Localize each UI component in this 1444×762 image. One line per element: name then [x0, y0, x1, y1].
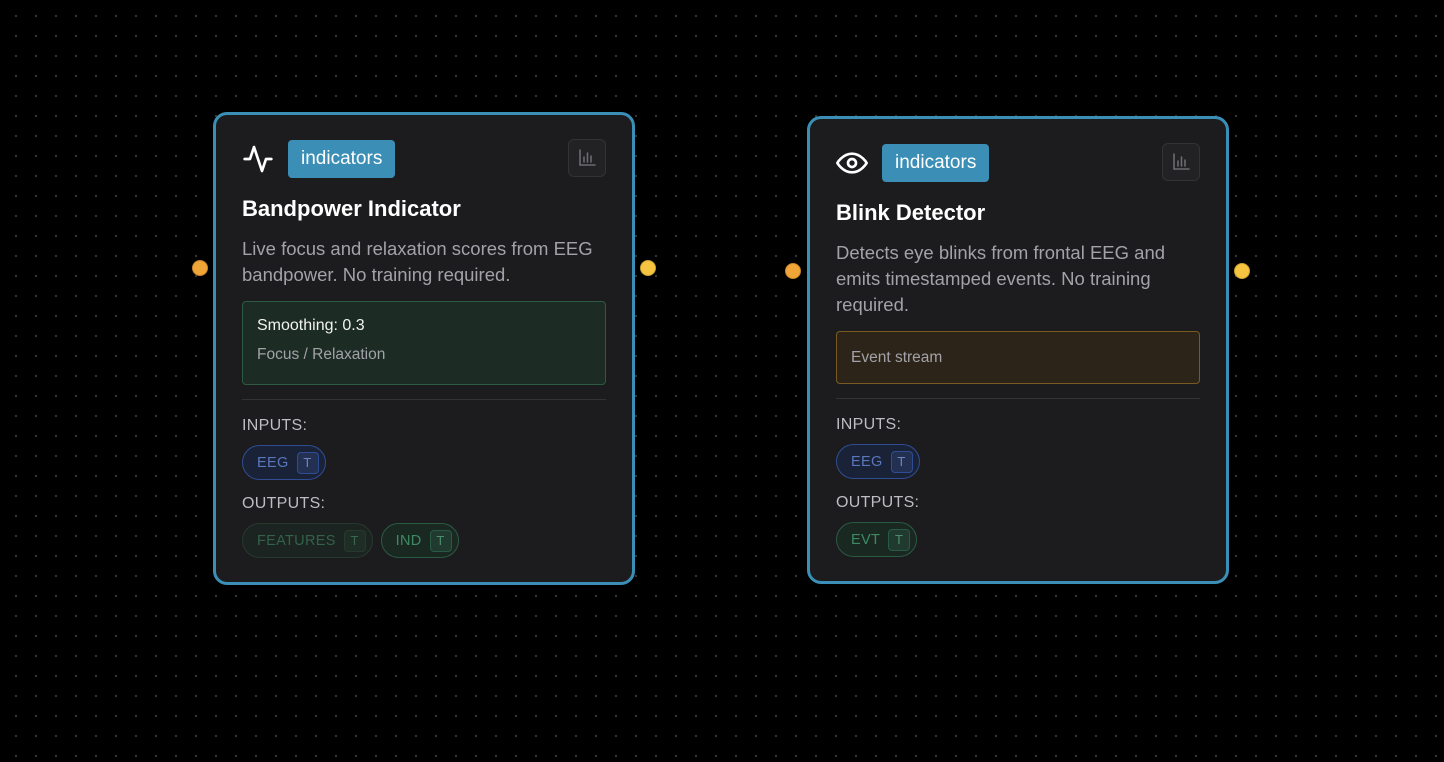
node-config-box: Event stream	[836, 331, 1200, 384]
port-name: EEG	[257, 454, 289, 471]
outputs-list: FEATURES T IND T	[242, 523, 606, 558]
node-description: Detects eye blinks from frontal EEG and …	[836, 242, 1166, 315]
port-name: IND	[395, 532, 422, 549]
category-badge: indicators	[288, 140, 396, 178]
inputs-list: EEG T	[836, 444, 1200, 479]
chart-button[interactable]	[1162, 143, 1200, 181]
input-port-eeg[interactable]: EEG T	[836, 444, 920, 479]
outputs-label: OUTPUTS:	[836, 494, 920, 511]
port-type: T	[296, 451, 319, 474]
port-type: T	[888, 528, 911, 551]
activity-icon	[242, 143, 274, 175]
node-output-handle[interactable]	[1234, 263, 1250, 279]
node-blink-detector[interactable]: indicators Blink Detector Detects eye bl…	[807, 116, 1229, 584]
smoothing-value: Smoothing: 0.3	[257, 317, 365, 334]
output-port-ind[interactable]: IND T	[380, 523, 459, 558]
node-header: indicators	[242, 139, 606, 179]
output-port-evt[interactable]: EVT T	[836, 522, 918, 557]
node-description: Live focus and relaxation scores from EE…	[242, 238, 593, 285]
port-type: T	[890, 450, 913, 473]
port-name: FEATURES	[257, 532, 336, 549]
eye-icon	[836, 147, 868, 179]
bar-chart-icon	[1173, 153, 1190, 170]
outputs-list: EVT T	[836, 522, 1200, 557]
output-port-features[interactable]: FEATURES T	[242, 523, 373, 558]
category-badge: indicators	[882, 144, 990, 182]
inputs-list: EEG T	[242, 445, 606, 480]
port-name: EVT	[851, 531, 881, 548]
flow-canvas[interactable]: indicators Bandpower Indicator Live focu…	[0, 0, 1444, 762]
chart-button[interactable]	[568, 139, 606, 177]
port-type: T	[343, 529, 366, 552]
input-port-eeg[interactable]: EEG T	[242, 445, 326, 480]
output-mode: Focus / Relaxation	[257, 346, 386, 363]
inputs-label: INPUTS:	[242, 417, 308, 434]
node-input-handle[interactable]	[785, 263, 801, 279]
node-title: Blink Detector	[836, 200, 986, 225]
node-config-box: Smoothing: 0.3 Focus / Relaxation	[242, 301, 606, 385]
node-title: Bandpower Indicator	[242, 196, 461, 221]
node-input-handle[interactable]	[192, 260, 208, 276]
port-name: EEG	[851, 453, 883, 470]
port-type: T	[429, 529, 452, 552]
node-output-handle[interactable]	[640, 260, 656, 276]
node-header: indicators	[836, 143, 1200, 183]
node-bandpower-indicator[interactable]: indicators Bandpower Indicator Live focu…	[213, 112, 635, 585]
divider	[242, 399, 606, 400]
divider	[836, 398, 1200, 399]
outputs-label: OUTPUTS:	[242, 495, 326, 512]
inputs-label: INPUTS:	[836, 416, 902, 433]
event-stream-label: Event stream	[851, 348, 943, 366]
bar-chart-icon	[579, 149, 596, 166]
